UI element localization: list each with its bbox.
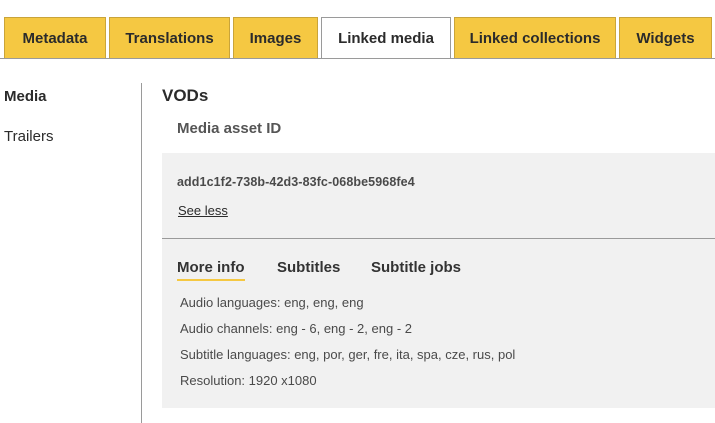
sidebar-divider	[141, 83, 142, 423]
subtab-subtitle-jobs[interactable]: Subtitle jobs	[371, 259, 461, 279]
subtab-subtitles[interactable]: Subtitles	[277, 259, 340, 279]
subtab-more-info[interactable]: More info	[177, 259, 245, 281]
tab-widgets[interactable]: Widgets	[619, 17, 712, 58]
asset-id-section: add1c1f2-738b-42d3-83fc-068be5968fe4 See…	[162, 153, 715, 239]
section-title: VODs	[162, 86, 209, 105]
asset-id-value: add1c1f2-738b-42d3-83fc-068be5968fe4	[177, 175, 415, 189]
tab-metadata[interactable]: Metadata	[4, 17, 106, 58]
resolution-text: Resolution: 1920 x1080	[180, 373, 317, 388]
tab-bar-divider	[0, 58, 715, 59]
tab-translations[interactable]: Translations	[109, 17, 230, 58]
tab-linked-collections[interactable]: Linked collections	[454, 17, 616, 58]
media-asset-heading: Media asset ID	[177, 120, 282, 137]
audio-channels-text: Audio channels: eng - 6, eng - 2, eng - …	[180, 321, 412, 336]
sidebar: Media Trailers	[0, 83, 142, 423]
tab-images[interactable]: Images	[233, 17, 318, 58]
sidebar-item-media[interactable]: Media	[4, 88, 47, 105]
tab-bar: Metadata Translations Images Linked medi…	[0, 0, 715, 60]
audio-languages-text: Audio languages: eng, eng, eng	[180, 295, 364, 310]
see-less-link[interactable]: See less	[178, 203, 228, 218]
tab-linked-media[interactable]: Linked media	[321, 17, 451, 59]
media-asset-panel: add1c1f2-738b-42d3-83fc-068be5968fe4 See…	[162, 153, 715, 408]
subtitle-languages-text: Subtitle languages: eng, por, ger, fre, …	[180, 347, 516, 362]
asset-info-section: More info Subtitles Subtitle jobs Audio …	[162, 239, 715, 408]
sidebar-item-trailers[interactable]: Trailers	[4, 128, 53, 145]
